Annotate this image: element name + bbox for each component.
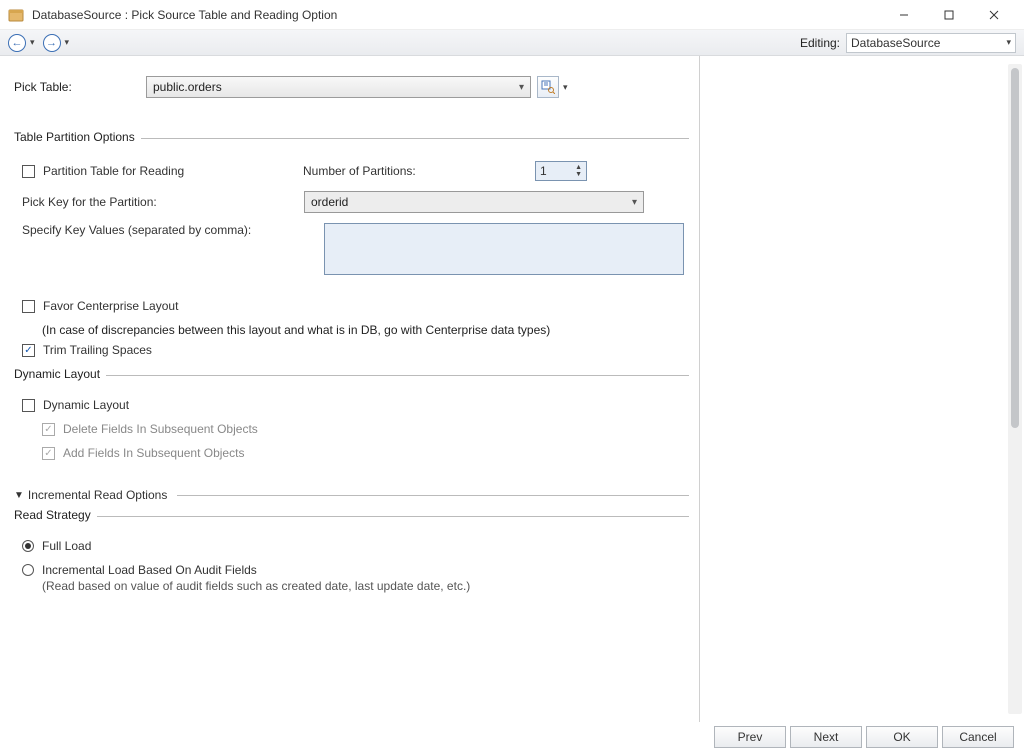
dynamic-layout-checkbox[interactable] (22, 399, 35, 412)
num-partitions-label: Number of Partitions: (303, 164, 453, 178)
delete-fields-checkbox: ✓ (42, 423, 55, 436)
table-browse-button[interactable] (537, 76, 559, 98)
partition-for-reading-label: Partition Table for Reading (43, 164, 303, 178)
nav-forward-button[interactable]: → (43, 34, 61, 52)
chevron-down-icon: ▾ (632, 197, 637, 208)
full-load-label: Full Load (42, 539, 91, 553)
incremental-load-label: Incremental Load Based On Audit Fields (42, 563, 257, 577)
app-icon (8, 7, 24, 23)
spinner-icon[interactable]: ▲▼ (575, 164, 582, 178)
nav-back-caret[interactable]: ▾ (30, 37, 35, 48)
editing-select[interactable]: DatabaseSource ▾ (846, 33, 1016, 53)
incremental-load-radio[interactable] (22, 564, 34, 576)
editing-label: Editing: (800, 36, 840, 50)
pick-table-label: Pick Table: (14, 80, 146, 94)
partition-legend: Table Partition Options (14, 130, 141, 144)
num-partitions-value: 1 (540, 164, 547, 178)
favor-centerprise-checkbox[interactable] (22, 300, 35, 313)
ok-button[interactable]: OK (866, 726, 938, 748)
table-browse-caret[interactable]: ▾ (563, 82, 568, 93)
editing-value: DatabaseSource (851, 36, 940, 50)
vertical-scrollbar[interactable] (1008, 64, 1022, 714)
add-fields-label: Add Fields In Subsequent Objects (63, 446, 244, 460)
specify-key-values-label: Specify Key Values (separated by comma): (22, 223, 324, 237)
dynamic-layout-label: Dynamic Layout (43, 398, 129, 412)
titlebar: DatabaseSource : Pick Source Table and R… (0, 0, 1024, 30)
incremental-header-label: Incremental Read Options (28, 488, 173, 502)
num-partitions-input[interactable]: 1 ▲▼ (535, 161, 587, 181)
minimize-button[interactable] (881, 0, 926, 30)
partition-group: Table Partition Options Partition Table … (14, 138, 689, 275)
incremental-header[interactable]: ▼ Incremental Read Options (14, 488, 689, 502)
maximize-button[interactable] (926, 0, 971, 30)
dynamic-legend: Dynamic Layout (14, 367, 106, 381)
pick-table-select[interactable]: public.orders ▾ (146, 76, 531, 98)
incremental-load-help: (Read based on value of audit fields suc… (42, 579, 689, 593)
pick-key-label: Pick Key for the Partition: (22, 195, 304, 209)
favor-centerprise-label: Favor Centerprise Layout (43, 299, 178, 313)
delete-fields-label: Delete Fields In Subsequent Objects (63, 422, 258, 436)
pick-table-row: Pick Table: public.orders ▾ ▾ (14, 76, 689, 98)
pick-key-select[interactable]: orderid ▾ (304, 191, 644, 213)
full-load-radio[interactable] (22, 540, 34, 552)
nav-forward-caret[interactable]: ▾ (65, 37, 70, 48)
nav-back-button[interactable]: ← (8, 34, 26, 52)
collapse-triangle-icon: ▼ (14, 490, 24, 501)
pick-key-value: orderid (311, 195, 348, 209)
next-button[interactable]: Next (790, 726, 862, 748)
toolbar: ← ▾ → ▾ Editing: DatabaseSource ▾ (0, 30, 1024, 56)
trim-trailing-label: Trim Trailing Spaces (43, 343, 152, 357)
favor-centerprise-help: (In case of discrepancies between this l… (42, 323, 689, 337)
chevron-down-icon: ▾ (519, 82, 524, 93)
chevron-down-icon: ▾ (1006, 37, 1011, 48)
partition-for-reading-checkbox[interactable] (22, 165, 35, 178)
main-pane: Pick Table: public.orders ▾ ▾ Table Part… (0, 56, 700, 722)
right-pane (700, 56, 1024, 722)
dynamic-layout-group: Dynamic Layout Dynamic Layout ✓ Delete F… (14, 375, 689, 460)
read-strategy-group: Read Strategy Full Load Incremental Load… (14, 516, 689, 593)
add-fields-checkbox: ✓ (42, 447, 55, 460)
window-title: DatabaseSource : Pick Source Table and R… (32, 8, 337, 22)
prev-button[interactable]: Prev (714, 726, 786, 748)
key-values-input[interactable] (324, 223, 684, 275)
footer: Prev Next OK Cancel (714, 722, 1024, 752)
close-button[interactable] (971, 0, 1016, 30)
trim-trailing-checkbox[interactable]: ✓ (22, 344, 35, 357)
scrollbar-thumb[interactable] (1011, 68, 1019, 428)
read-strategy-legend: Read Strategy (14, 508, 97, 522)
cancel-button[interactable]: Cancel (942, 726, 1014, 748)
pick-table-value: public.orders (153, 80, 222, 94)
